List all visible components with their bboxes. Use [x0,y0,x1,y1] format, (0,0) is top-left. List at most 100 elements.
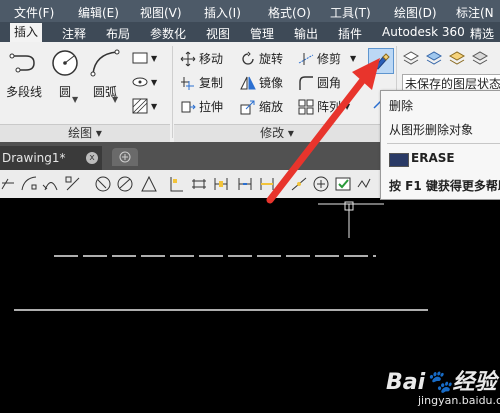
trim-button[interactable]: 修剪 ▼ [298,50,356,67]
scale-button[interactable]: 缩放 [240,98,283,115]
menu-insert[interactable]: 插入(I) [204,4,241,21]
menu-format[interactable]: 格式(O) [268,4,311,21]
stretch-button[interactable]: 拉伸 [180,98,223,115]
tooltip-divider [387,143,500,144]
arc-icon [90,49,120,77]
rectangle-dropdown-icon[interactable]: ▼ [151,54,157,63]
tab-plugins[interactable]: 插件 [338,25,362,42]
snap-endpoint-icon[interactable] [290,175,308,193]
tab-parametric[interactable]: 参数化 [150,25,186,42]
tab-featured[interactable]: 精选 [470,25,494,42]
layer-toolbar [402,50,489,68]
snap-osnap-icon[interactable] [356,175,374,193]
snap-extension-icon[interactable] [64,175,82,193]
mirror-label: 镜像 [259,76,284,90]
polyline-icon [9,53,35,73]
crosshair-cursor [318,203,384,238]
snap-node-icon[interactable] [140,175,158,193]
tooltip-description: 从图形删除对象 [389,123,474,137]
array-button[interactable]: 阵列 ▼ [298,98,350,115]
tooltip-command: ERASE [411,151,455,165]
tab-layout[interactable]: 布局 [106,25,130,42]
trim-icon [298,52,314,65]
hatch-dropdown-icon[interactable]: ▼ [151,102,157,111]
polyline-button[interactable]: 多段线 [4,48,44,100]
layer-lock-icon[interactable] [448,50,466,68]
fillet-button[interactable]: 圆角 [298,74,341,91]
document-tab-label: Drawing1* [2,151,66,165]
snap-intersection-icon[interactable] [236,175,254,193]
menu-tools[interactable]: 工具(T) [330,4,371,21]
draw-panel-title[interactable]: 绘图 ▾ [0,124,170,142]
watermark-logo: Bai🐾经验 [386,370,497,395]
ellipse-dropdown-icon[interactable]: ▼ [151,78,157,87]
menu-edit[interactable]: 编辑(E) [78,4,119,21]
snap-tangent-icon[interactable] [0,175,18,193]
add-icon [119,151,131,163]
eraser-icon [374,53,390,70]
arc-button[interactable]: 圆弧 ▼ [88,48,122,104]
rectangle-button[interactable]: ▼ [132,50,157,66]
mirror-icon [240,76,256,89]
arc-dropdown-icon[interactable]: ▼ [112,95,118,104]
menu-dimension[interactable]: 标注(N [456,4,494,21]
tab-view[interactable]: 视图 [206,25,230,42]
tab-insert[interactable]: 插入 [10,23,43,42]
modify-panel-title[interactable]: 修改 ▾ [174,124,380,142]
stretch-icon [181,101,196,112]
layer-freeze-icon[interactable] [425,50,443,68]
rotate-icon [242,51,254,65]
snap-midpoint-icon[interactable] [312,175,330,193]
fillet-icon [299,75,313,90]
move-button[interactable]: 移动 [180,50,223,67]
tooltip-title: 删除 [389,99,414,113]
snap-quadrant-icon[interactable] [116,175,134,193]
circle-icon [52,50,78,76]
erase-button[interactable] [368,48,394,74]
scale-icon [240,100,255,114]
tab-annotate[interactable]: 注释 [62,25,86,42]
command-icon [389,153,409,167]
menu-bar: 文件(F) 编辑(E) 视图(V) 插入(I) 格式(O) 工具(T) 绘图(D… [0,0,500,22]
circle-dropdown-icon[interactable]: ▼ [72,95,78,104]
layer-properties-icon[interactable] [402,50,420,68]
array-dropdown-icon[interactable]: ▼ [344,102,350,111]
trim-dropdown-icon[interactable]: ▼ [350,54,356,63]
snap-settings-icon[interactable] [334,175,352,193]
tooltip-help: 按 F1 键获得更多帮助 [389,179,500,193]
copy-button[interactable]: 复制 [180,74,223,91]
mirror-button[interactable]: 镜像 [240,74,283,91]
menu-file[interactable]: 文件(F) [14,4,54,21]
array-icon [298,99,314,114]
snap-insert-icon[interactable] [212,175,230,193]
watermark: Bai🐾经验 jingyan.baidu.com [386,364,500,408]
tab-output[interactable]: 输出 [294,25,318,42]
snap-parallel-icon[interactable] [190,175,208,193]
scale-label: 缩放 [259,100,284,114]
stretch-label: 拉伸 [199,100,224,114]
snap-center-icon[interactable] [94,175,112,193]
rotate-button[interactable]: 旋转 [240,50,283,67]
snap-apparent-icon[interactable] [42,175,60,193]
snap-nearest-icon[interactable] [258,175,276,193]
menu-draw[interactable]: 绘图(D) [394,4,437,21]
move-label: 移动 [199,52,224,66]
move-icon [180,51,196,66]
close-tab-icon[interactable]: x [86,152,98,164]
trim-label: 修剪 [317,52,342,66]
hatch-button[interactable]: ▼ [132,74,157,90]
drawing-canvas[interactable]: Bai🐾经验 jingyan.baidu.com [0,198,500,410]
snap-arc-icon[interactable] [20,175,38,193]
polyline-label: 多段线 [5,85,42,99]
menu-view[interactable]: 视图(V) [140,4,182,21]
panel-separator [172,46,173,138]
layer-isolate-icon[interactable] [471,50,489,68]
new-tab-button[interactable] [112,148,138,166]
rectangle-icon [132,52,148,64]
document-tab[interactable]: Drawing1* x [0,146,102,170]
hatch-pattern-button[interactable]: ▼ [132,98,157,114]
snap-perpendicular-icon[interactable] [168,175,186,193]
circle-button[interactable]: 圆 ▼ [48,48,82,104]
tab-manage[interactable]: 管理 [250,25,274,42]
tab-autodesk360[interactable]: Autodesk 360 [382,25,465,39]
